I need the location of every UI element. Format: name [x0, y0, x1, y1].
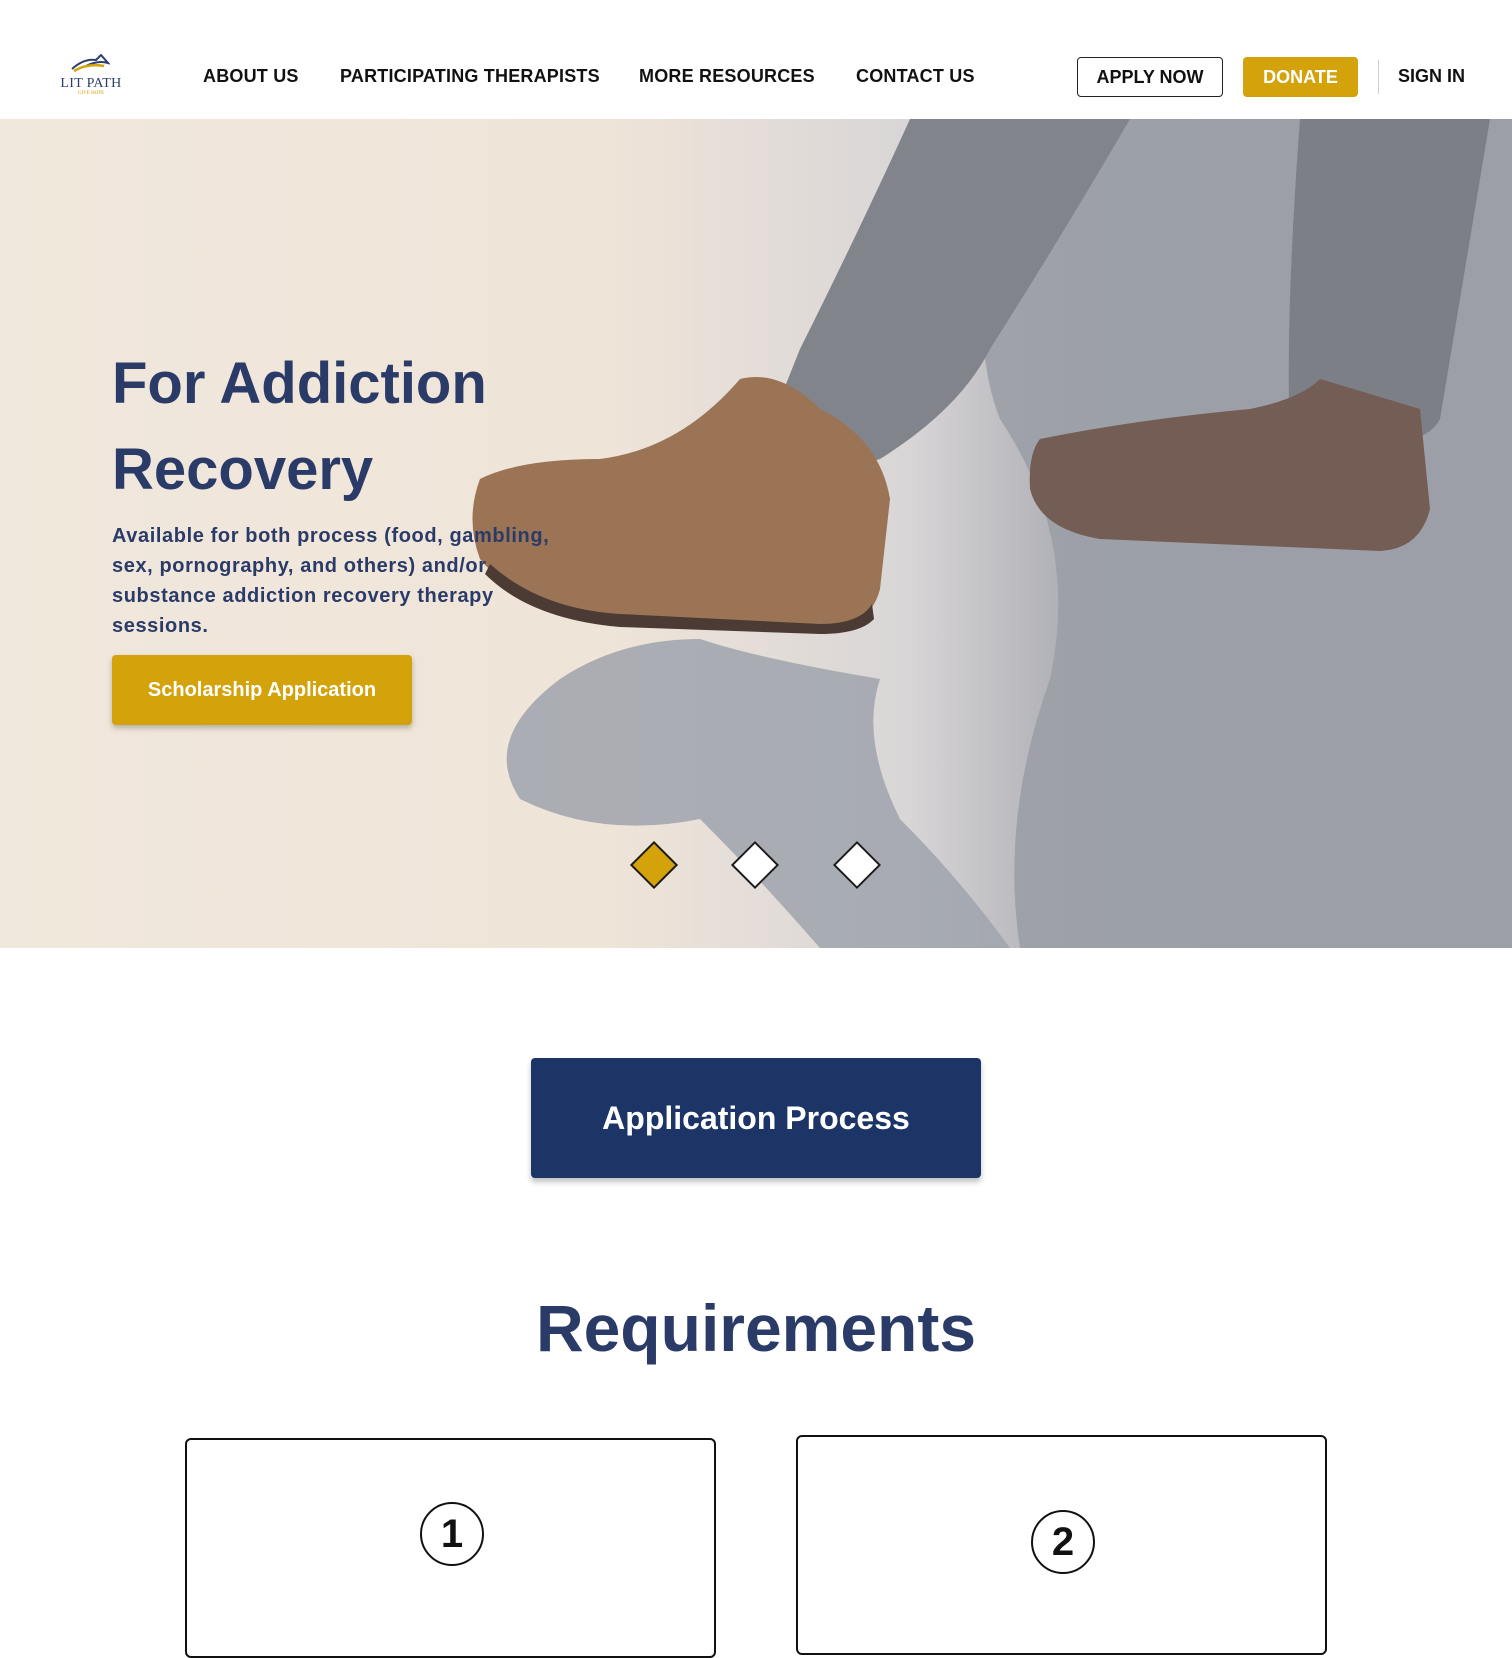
logo-tagline: GIVE HOPE [77, 91, 105, 96]
hero-subtitle: Available for both process (food, gambli… [112, 525, 550, 637]
requirement-card-1: 1 [185, 1438, 716, 1658]
sign-in-link[interactable]: SIGN IN [1398, 66, 1465, 87]
hero-carousel: For Addiction Recovery Available for bot… [0, 119, 1512, 948]
scholarship-application-button[interactable]: Scholarship Application [112, 655, 412, 725]
step-number-2: 2 [1031, 1510, 1095, 1574]
requirement-card-2: 2 [796, 1435, 1327, 1655]
donate-button[interactable]: DONATE [1243, 57, 1358, 97]
nav-more-resources[interactable]: MORE RESOURCES [639, 66, 815, 87]
nav-about-us[interactable]: ABOUT US [203, 66, 299, 87]
application-process-button[interactable]: Application Process [531, 1058, 981, 1178]
mountain-logo-icon [71, 54, 110, 73]
nav-divider [1378, 60, 1379, 94]
site-logo[interactable]: LIT PATH GIVE HOPE [58, 54, 124, 98]
nav-participating-therapists[interactable]: PARTICIPATING THERAPISTS [340, 66, 600, 87]
logo-text: LIT PATH [60, 76, 122, 91]
hero-title: For Addiction Recovery [112, 351, 487, 502]
requirements-heading: Requirements [535, 1291, 977, 1365]
site-header: LIT PATH GIVE HOPE ABOUT US PARTICIPATIN… [0, 0, 1512, 119]
apply-now-button[interactable]: APPLY NOW [1077, 57, 1223, 97]
step-number-1: 1 [420, 1502, 484, 1566]
nav-contact-us[interactable]: CONTACT US [856, 66, 975, 87]
